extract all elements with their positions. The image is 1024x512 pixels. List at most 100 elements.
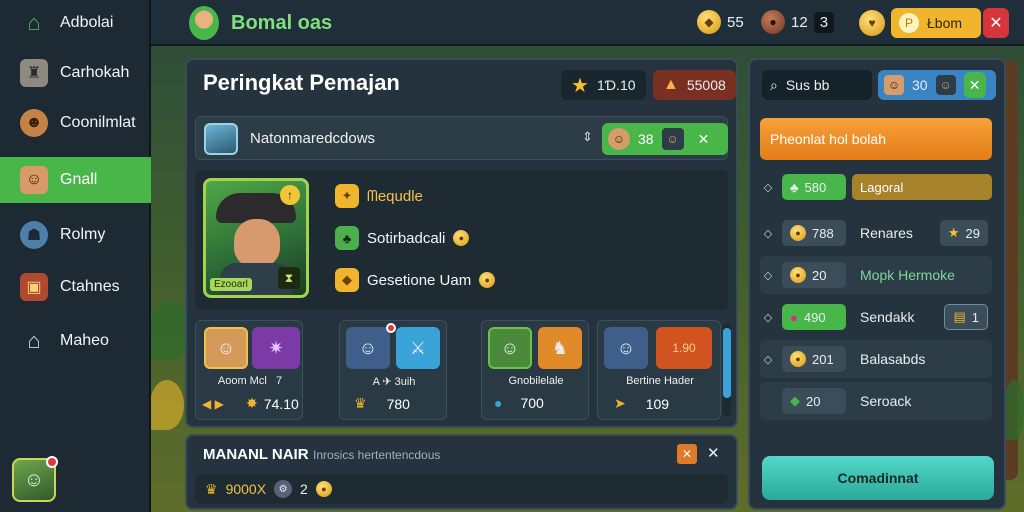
castle-icon: ♜ (20, 59, 48, 87)
home-icon: ⌂ (27, 10, 41, 35)
sidebar-item-home[interactable]: ⌂ Adbolai (0, 0, 151, 46)
reward-pill: ♣ 580 (782, 174, 846, 200)
arrowhead-icon: ➤ (614, 395, 626, 411)
reward-extra: 2 (300, 481, 308, 497)
reward-pill: ● 788 (782, 220, 846, 246)
unit-cards: ☺ ✷ Aoom Mcl 7 ◀ ▶ ✸ 74.10 ☺ ⚔ A ✈ 3uih … (195, 320, 728, 420)
featured-banner[interactable]: Pheonlat hol bolah (760, 118, 992, 160)
gear-icon: ⚙ (274, 480, 293, 498)
sidebar-item-label: Carhokah (60, 64, 130, 81)
reward-row[interactable]: ◇ ● 20 Mopk Hermoke (760, 256, 992, 294)
feature-line[interactable]: ♣ Sotirbadcali ● (335, 226, 470, 250)
ticket-icon: ▤ (953, 309, 966, 324)
confirm-button[interactable]: Comadinnat (762, 456, 994, 500)
hero-face (234, 219, 280, 267)
ore-count-badge: 3 (813, 11, 835, 33)
hero-face-icon: ☺ (23, 468, 45, 491)
sidebar-item-hero[interactable]: ☺ Gnall (0, 157, 151, 203)
face-icon: ☺ (884, 75, 904, 95)
panel-title: Peringkat Pemajan (203, 70, 400, 95)
close-icon[interactable]: ✕ (963, 72, 986, 98)
sort-icon[interactable]: ⇕ (582, 129, 593, 145)
gem-icon: ◆ (335, 268, 359, 292)
gold-resource[interactable]: ◆ 55 (697, 10, 744, 34)
close-icon[interactable]: ✕ (707, 444, 720, 462)
stat-chip-stars[interactable]: ★ 1Ɗ.10 (561, 70, 646, 100)
reward-label: Sendakk (860, 309, 915, 325)
close-button[interactable]: ✕ (983, 8, 1009, 38)
shield-coin-icon[interactable]: ♥ (859, 10, 885, 36)
flame-icon: ▲ (663, 76, 679, 93)
magic-burst-icon: ✷ (252, 327, 300, 369)
scrollbar-thumb[interactable] (723, 328, 731, 398)
card-label: Bertine Hader (626, 375, 694, 387)
hero-card[interactable]: ↑ ⧗ Ezooarl (203, 178, 309, 298)
ore-icon: ● (761, 10, 785, 34)
player-avatar-button[interactable]: ☺ (12, 456, 58, 502)
sidebar-item-creature[interactable]: ☻ Coonilmlat (0, 100, 151, 146)
reward-pill: ● 20 (782, 262, 846, 288)
search-input[interactable]: ⌕ Sus bb (762, 70, 872, 100)
card-value: ♛ 780 (354, 395, 410, 412)
ore-amount: 12 (791, 13, 808, 31)
sidebar-item-label: Maheo (60, 332, 109, 349)
reward-pill: ● 490 (782, 304, 846, 330)
unit-card[interactable]: ☺ 1.90 Bertine Hader ➤ 109 (597, 320, 721, 420)
reward-label: Lagoral (852, 174, 992, 200)
star-icon: ★ (571, 74, 589, 97)
chest-icon: ▣ (20, 273, 48, 301)
unit-card[interactable]: ☺ ♞ Gnobilelale ● 700 (481, 320, 589, 420)
leaf-decoration (150, 300, 190, 360)
card-label: Gnobilelale (508, 375, 564, 387)
player-name: Natonmaredcdows (250, 130, 376, 147)
reward-row[interactable]: ◇ ● 490 Sendakk ▤ 1 (760, 298, 992, 336)
player-row[interactable]: Natonmaredcdows ⇕ ☺ 38 ☺ ✕ (195, 116, 728, 160)
hero-feature-box: ↑ ⧗ Ezooarl ✦ ᗰequdle ♣ Sotirbadcali ● ◆… (195, 170, 728, 310)
unit-portrait-icon: ☺ (488, 327, 532, 369)
reward-row[interactable]: ◇ ♣ 580 Lagoral (760, 168, 992, 206)
close-icon[interactable]: ✕ (677, 444, 697, 464)
stat-chip-power[interactable]: ▲ 55008 (653, 70, 736, 100)
premium-coin-icon: P (899, 13, 919, 33)
scrollbar[interactable] (723, 324, 731, 416)
reward-pill: ● 201 (782, 346, 846, 372)
card-value: ➤ 109 (614, 395, 670, 412)
notification-dot (46, 456, 58, 468)
reward-row[interactable]: ◇ ● 201 Balasabds (760, 340, 992, 378)
chevron-icon: ◇ (763, 227, 773, 240)
chevron-icon: ◇ (763, 269, 773, 282)
gold-amount: 55 (727, 13, 744, 31)
unit-card[interactable]: ☺ ✷ Aoom Mcl 7 ◀ ▶ ✸ 74.10 (195, 320, 303, 420)
arrow-left-icon[interactable]: ◀ ▶ (202, 397, 224, 411)
mask-icon: ☗ (20, 221, 48, 249)
feature-line[interactable]: ✦ ᗰequdle (335, 184, 423, 208)
feature-line[interactable]: ◆ Gesetione Uam ● (335, 268, 496, 292)
fire-card-icon: 1.90 (656, 327, 712, 369)
gem-icon: ◆ (790, 393, 800, 408)
reward-row[interactable]: ◇ ● 788 Renares ★ 29 (760, 214, 992, 252)
gem-resource[interactable]: ● 12 3 (761, 10, 835, 34)
reward-label: Renares (860, 225, 913, 241)
hero-icon: ☺ (20, 166, 48, 194)
hourglass-icon: ⧗ (278, 267, 300, 289)
friends-button[interactable]: ☺ 30 ☺ ✕ (878, 70, 996, 100)
premium-button[interactable]: P Łbom (891, 8, 981, 38)
premium-label: Łbom (927, 15, 963, 31)
coin-icon: ● (790, 225, 806, 241)
upgrade-badge-icon[interactable]: ↑ (280, 185, 300, 205)
reward-row[interactable]: ◆ 20 Seroack (760, 382, 992, 420)
crown-icon: ♛ (205, 480, 218, 497)
leaf-icon: ♣ (790, 179, 799, 195)
unit-card[interactable]: ☺ ⚔ A ✈ 3uih ♛ 780 (339, 320, 447, 420)
sidebar-item-mask[interactable]: ☗ Rolmy (0, 212, 151, 258)
close-icon[interactable]: ✕ (698, 131, 710, 148)
banana-decoration (150, 380, 184, 430)
sidebar-item-house[interactable]: ⌂ Maheo (0, 318, 151, 364)
sidebar-item-castle[interactable]: ♜ Carhokah (0, 50, 151, 96)
bottom-reward-row[interactable]: ♛ 9000X ⚙ 2 ● (195, 474, 728, 504)
card-value: ✸ 74.10 (246, 395, 299, 412)
player-score-button[interactable]: ☺ 38 ☺ ✕ (602, 123, 728, 155)
sidebar-item-chest[interactable]: ▣ Ctahnes (0, 264, 151, 310)
bottom-subtitle: Inrosics hertentencdous (313, 448, 441, 462)
search-icon: ⌕ (770, 76, 778, 93)
